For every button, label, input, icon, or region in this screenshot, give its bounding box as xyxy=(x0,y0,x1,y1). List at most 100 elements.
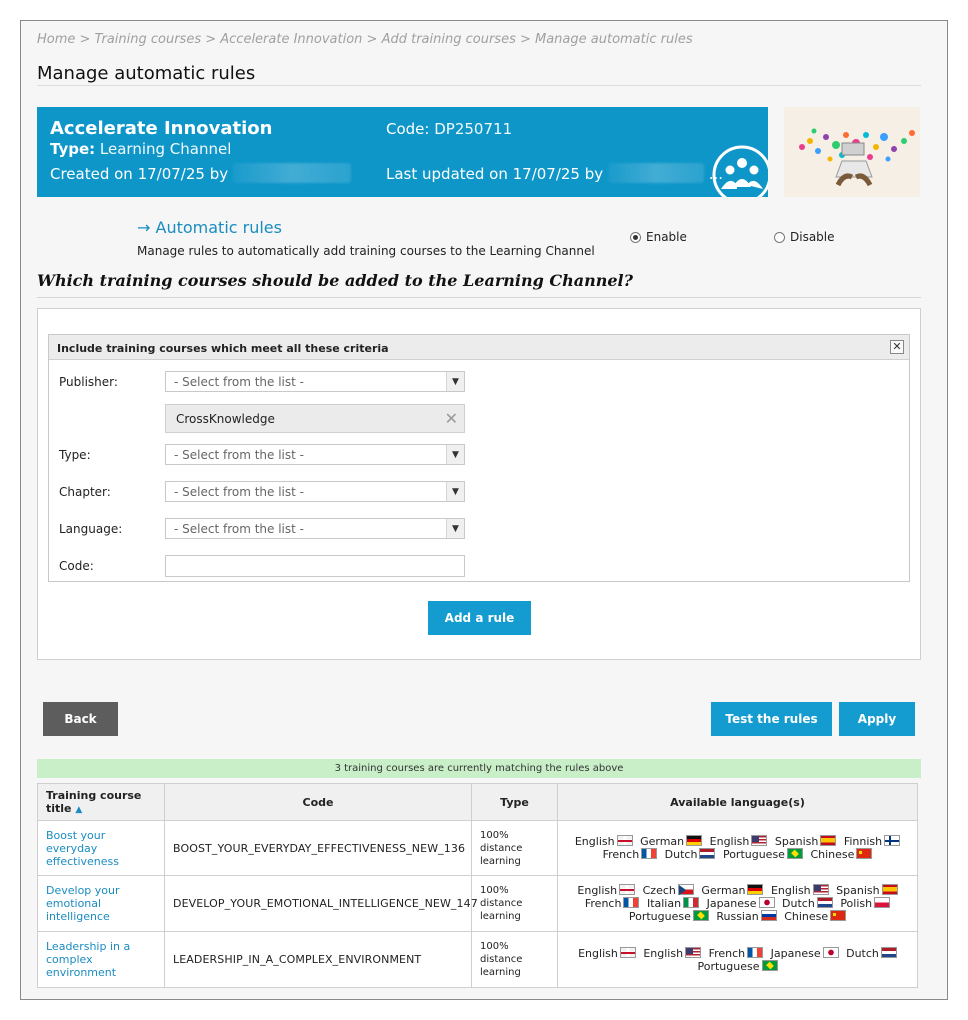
language-item: Chinese xyxy=(784,910,847,923)
close-icon[interactable]: ✕ xyxy=(890,340,904,354)
flag-fi-icon xyxy=(884,835,901,846)
table-row: Leadership in a complex environment LEADE… xyxy=(37,931,918,988)
language-item: Dutch xyxy=(782,897,833,910)
language-name: Portuguese xyxy=(628,910,691,923)
flag-br-icon xyxy=(786,848,803,859)
language-item: English xyxy=(577,884,636,897)
automatic-rules-link[interactable]: → Automatic rules xyxy=(137,218,282,237)
table-row: Develop your emotional intelligence DEVEL… xyxy=(37,875,918,932)
language-name: Portuguese xyxy=(722,848,785,861)
language-name: Italian xyxy=(646,897,682,910)
channel-code: Code: DP250711 xyxy=(386,120,512,138)
language-name: Japanese xyxy=(706,897,757,910)
course-languages-cell: English Czech German English Spanish Fre… xyxy=(557,875,918,932)
chapter-select[interactable]: - Select from the list - ▼ xyxy=(165,481,465,502)
language-item: Finnish xyxy=(844,835,901,848)
publisher-label: Publisher: xyxy=(59,375,118,389)
language-item: French xyxy=(603,848,658,861)
table-header-row: Training course title ▲ Code Type Availa… xyxy=(37,783,918,821)
column-header-title-label[interactable]: Training course title xyxy=(46,789,141,815)
language-item: Polish xyxy=(840,897,891,910)
language-item: Italian xyxy=(646,897,700,910)
language-item: French xyxy=(585,897,640,910)
course-type-cell: 100% distance learning xyxy=(471,875,558,932)
chapter-select-value: - Select from the list - xyxy=(174,485,304,499)
flag-fr-icon xyxy=(623,897,640,908)
language-item: Spanish xyxy=(774,835,837,848)
type-select[interactable]: - Select from the list - ▼ xyxy=(165,444,465,465)
column-header-languages: Available language(s) xyxy=(557,783,918,821)
language-label: Language: xyxy=(59,522,123,536)
column-header-type: Type xyxy=(471,783,558,821)
type-value: Learning Channel xyxy=(99,140,232,158)
language-name: Spanish xyxy=(836,884,880,897)
column-header-title[interactable]: Training course title ▲ xyxy=(37,783,165,821)
page-container: Home > Training courses > Accelerate Inn… xyxy=(20,20,948,1000)
flag-nl-icon xyxy=(880,946,897,958)
disable-option[interactable]: Disable xyxy=(774,230,835,244)
type-select-value: - Select from the list - xyxy=(174,448,304,462)
flag-us-icon xyxy=(812,884,829,895)
enable-label[interactable]: Enable xyxy=(646,230,687,244)
flag-es-icon xyxy=(881,884,898,895)
flag-nl-icon xyxy=(699,848,716,859)
enable-option[interactable]: Enable xyxy=(630,230,687,244)
language-name: Spanish xyxy=(774,835,819,848)
course-title-link[interactable]: Leadership in a complex environment xyxy=(46,940,130,979)
language-name: French xyxy=(584,897,622,910)
test-rules-button[interactable]: Test the rules xyxy=(711,702,832,736)
add-rule-button[interactable]: Add a rule xyxy=(428,601,531,635)
language-item: English xyxy=(578,946,636,960)
language-name: Chinese xyxy=(810,848,855,861)
course-title-cell: Leadership in a complex environment xyxy=(37,931,165,988)
language-name: Dutch xyxy=(664,848,698,861)
language-item: Czech xyxy=(643,884,694,897)
course-code-cell: LEADERSHIP_IN_A_COMPLEX_ENVIRONMENT xyxy=(164,931,472,988)
match-count-banner: 3 training courses are currently matchin… xyxy=(37,759,921,778)
criteria-header: Include training courses which meet all … xyxy=(49,335,909,360)
language-name: German xyxy=(640,835,685,848)
language-item: German xyxy=(640,835,703,848)
arrow-right-icon: → xyxy=(137,218,151,237)
updated-label: Last updated on 17/07/25 by xyxy=(386,165,604,183)
publisher-tag: CrossKnowledge ✕ xyxy=(165,404,465,433)
course-type-cell: 100% distance learning xyxy=(471,820,558,876)
flag-br-icon xyxy=(761,959,778,971)
language-name: Czech xyxy=(642,884,676,897)
flag-es-icon xyxy=(820,835,837,846)
breadcrumb[interactable]: Home > Training courses > Accelerate Inn… xyxy=(37,32,693,47)
flag-ru-icon xyxy=(760,910,777,921)
channel-type: Type: Learning Channel xyxy=(50,140,231,158)
apply-button[interactable]: Apply xyxy=(839,702,915,736)
flag-en-icon xyxy=(616,835,633,846)
enable-radio[interactable] xyxy=(630,231,641,243)
language-item: Chinese xyxy=(810,848,873,861)
language-select[interactable]: - Select from the list - ▼ xyxy=(165,518,465,539)
language-item: German xyxy=(701,884,764,897)
course-title-link[interactable]: Develop your emotional intelligence xyxy=(46,884,120,923)
course-code-cell: BOOST_YOUR_EVERYDAY_EFFECTIVENESS_NEW_13… xyxy=(164,820,472,876)
course-title-cell: Boost your everyday effectiveness xyxy=(37,820,165,876)
language-name: English xyxy=(574,835,615,848)
sort-ascending-icon[interactable]: ▲ xyxy=(75,805,82,815)
course-title-link[interactable]: Boost your everyday effectiveness xyxy=(46,829,119,868)
disable-label[interactable]: Disable xyxy=(790,230,835,244)
flag-de-icon xyxy=(747,884,764,895)
language-name: English xyxy=(578,946,618,960)
code-input[interactable] xyxy=(165,555,465,577)
publisher-select-value: - Select from the list - xyxy=(174,375,304,389)
remove-tag-icon[interactable]: ✕ xyxy=(445,409,458,428)
publisher-tag-label: CrossKnowledge xyxy=(176,412,275,426)
disable-radio[interactable] xyxy=(774,231,785,243)
publisher-select[interactable]: - Select from the list - ▼ xyxy=(165,371,465,392)
course-languages-cell: English German English Spanish Finnish F… xyxy=(557,820,918,876)
language-select-value: - Select from the list - xyxy=(174,522,304,536)
course-title-cell: Develop your emotional intelligence xyxy=(37,875,165,932)
code-value: DP250711 xyxy=(434,120,513,138)
language-name: Portuguese xyxy=(697,959,760,973)
chevron-down-icon: ▼ xyxy=(446,519,464,538)
language-item: Japanese xyxy=(707,897,775,910)
language-item: Russian xyxy=(716,910,777,923)
flag-en-icon xyxy=(619,884,636,895)
back-button[interactable]: Back xyxy=(43,702,118,736)
